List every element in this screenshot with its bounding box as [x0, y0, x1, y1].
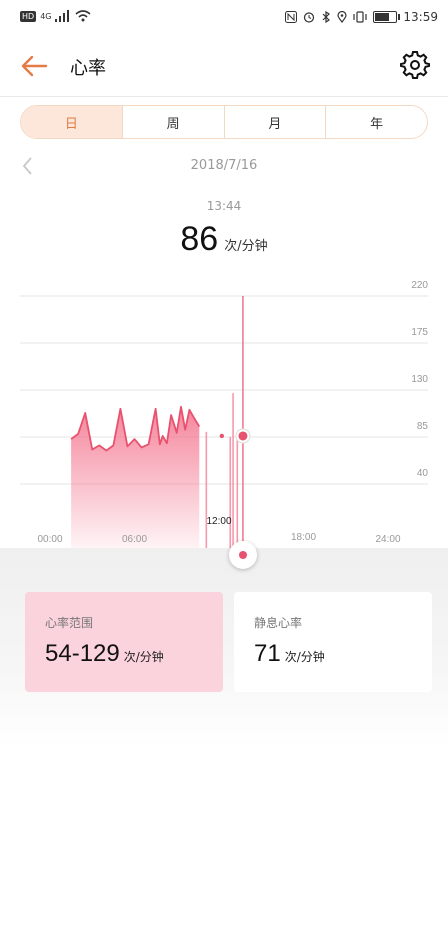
heart-rate-value: 86 — [180, 220, 219, 258]
range-value-row: 54-129 次/分钟 — [45, 640, 164, 668]
x-tick-label: 24:00 — [375, 534, 400, 545]
y-tick-label: 220 — [411, 280, 428, 291]
range-unit: 次/分钟 — [123, 650, 164, 664]
y-tick-label: 175 — [411, 327, 428, 338]
timeline-drag-handle[interactable] — [229, 541, 257, 569]
x-tick-label: 12:00 — [206, 516, 231, 527]
status-bar: HD 4G 13:59 — [0, 0, 448, 36]
tab-day[interactable]: 日 — [21, 106, 122, 138]
heart-rate-unit: 次/分钟 — [224, 239, 268, 254]
tab-year[interactable]: 年 — [325, 106, 427, 138]
status-time: 13:59 — [403, 10, 438, 24]
nfc-icon — [285, 11, 298, 23]
range-label: 心率范围 — [45, 616, 94, 630]
x-tick-label: 18:00 — [291, 532, 316, 543]
heart-rate-point — [219, 433, 225, 439]
signal-icon — [55, 10, 70, 22]
heart-rate-area — [71, 406, 200, 548]
rest-value: 71 — [254, 640, 281, 667]
settings-gear-icon[interactable] — [400, 50, 430, 80]
range-value: 54-129 — [45, 640, 120, 667]
handle-dot — [239, 551, 247, 559]
heart-rate-range-card[interactable]: 心率范围 54-129 次/分钟 — [25, 592, 223, 692]
location-icon — [337, 11, 348, 23]
selected-point — [238, 431, 248, 441]
page-title: 心率 — [70, 58, 106, 79]
rest-label: 静息心率 — [254, 616, 303, 630]
wifi-icon — [75, 10, 92, 22]
tab-week[interactable]: 周 — [121, 106, 224, 138]
tab-month[interactable]: 月 — [223, 106, 326, 138]
hd-badge: HD — [20, 10, 37, 22]
back-arrow-icon[interactable] — [18, 52, 50, 80]
status-left: HD 4G — [20, 10, 92, 22]
x-tick-label: 00:00 — [37, 534, 62, 545]
x-tick-label: 06:00 — [122, 534, 147, 545]
y-tick-label: 85 — [417, 421, 429, 432]
bluetooth-icon — [322, 11, 331, 23]
y-tick-label: 40 — [417, 468, 429, 479]
selected-time: 13:44 — [206, 199, 242, 213]
heart-rate-chart[interactable]: 220 175 130 85 40 00:00 06:00 12:00 18:00 24:00 — [0, 270, 448, 570]
heart-rate-reading: 86 次/分钟 — [0, 220, 448, 259]
network-label: 4G — [40, 11, 52, 21]
summary-panel: 心率范围 54-129 次/分钟 静息心率 71 次/分钟 — [0, 548, 448, 931]
y-tick-label: 130 — [411, 374, 428, 385]
period-tabs: 日 周 月 年 — [20, 105, 428, 139]
status-right: 13:59 — [285, 10, 438, 24]
battery-icon — [373, 11, 401, 23]
vibrate-icon — [353, 11, 368, 23]
alarm-icon — [304, 12, 315, 23]
app-header: 心率 — [0, 36, 448, 97]
date-label: 2018/7/16 — [190, 158, 258, 173]
rest-value-row: 71 次/分钟 — [254, 640, 325, 668]
resting-heart-rate-card[interactable]: 静息心率 71 次/分钟 — [234, 592, 432, 692]
rest-unit: 次/分钟 — [284, 650, 325, 664]
